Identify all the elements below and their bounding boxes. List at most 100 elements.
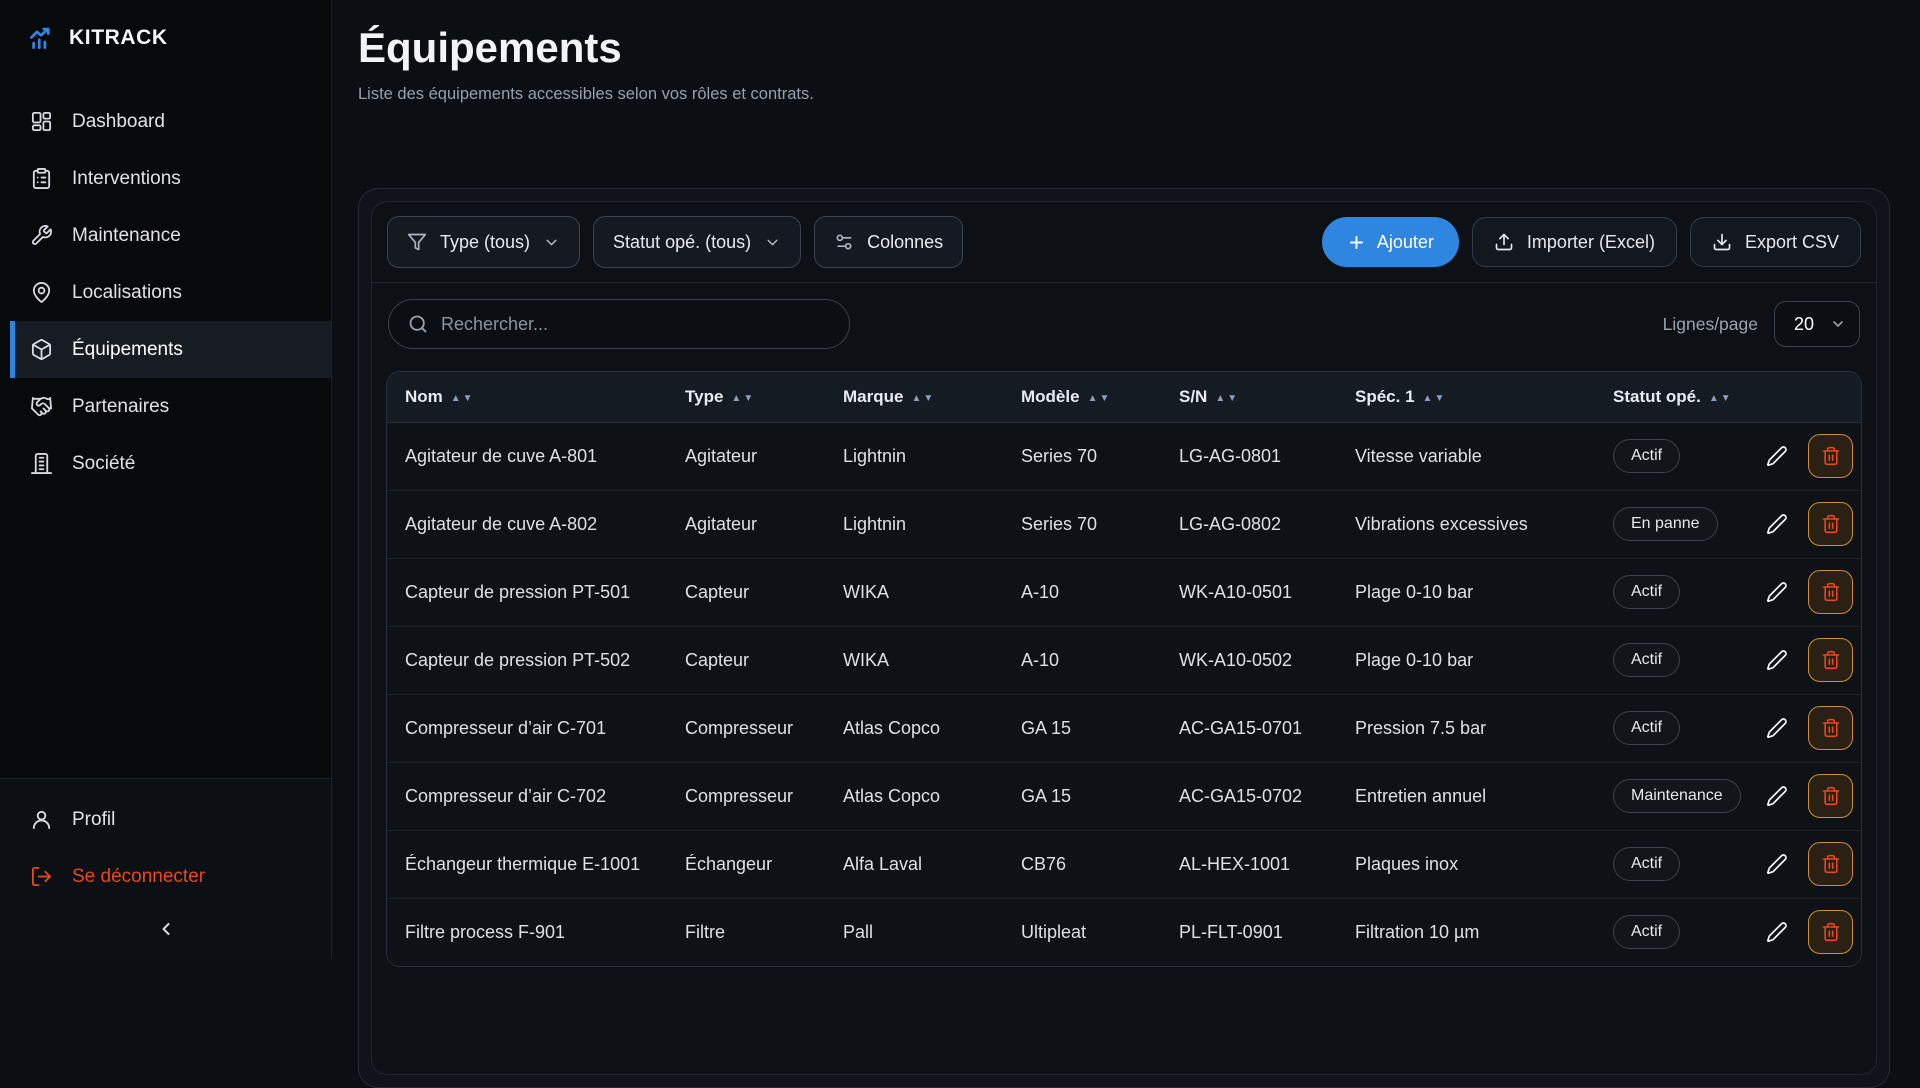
- cell: LG-AG-0802: [1161, 490, 1337, 558]
- dashboard-icon: [30, 110, 53, 133]
- column-header-actions: [1745, 372, 1862, 422]
- delete-button[interactable]: [1808, 706, 1853, 750]
- search-input[interactable]: [441, 314, 830, 335]
- delete-button[interactable]: [1808, 502, 1853, 546]
- status-badge: En panne: [1613, 507, 1718, 541]
- status-cell: En panne: [1595, 490, 1745, 558]
- sidebar-item-interventions[interactable]: Interventions: [0, 150, 331, 207]
- actions-cell: [1745, 490, 1862, 558]
- main-content: Équipements Liste des équipements access…: [332, 0, 1920, 959]
- cell: Pression 7.5 bar: [1337, 694, 1595, 762]
- column-header-6[interactable]: Statut opé.▲▼: [1595, 372, 1745, 422]
- edit-button[interactable]: [1766, 513, 1788, 535]
- cell: AC-GA15-0701: [1161, 694, 1337, 762]
- column-header-0[interactable]: Nom ▲▼: [387, 372, 667, 422]
- actions-cell: [1745, 422, 1862, 490]
- cell: Agitateur de cuve A-801: [387, 422, 667, 490]
- status-cell: Actif: [1595, 626, 1745, 694]
- sidebar-item-logout[interactable]: Se déconnecter: [0, 848, 331, 905]
- plus-icon: [1347, 233, 1366, 252]
- edit-button[interactable]: [1766, 581, 1788, 603]
- equipment-card: Type (tous) Statut opé. (tous): [358, 188, 1890, 1088]
- sidebar-item-equipements[interactable]: Équipements: [10, 321, 331, 378]
- column-header-label: Nom: [405, 387, 443, 406]
- cell: Échangeur: [667, 830, 825, 898]
- sidebar-item-partenaires[interactable]: Partenaires: [0, 378, 331, 435]
- sort-arrows-icon: ▲▼: [451, 393, 475, 404]
- edit-button[interactable]: [1766, 853, 1788, 875]
- pencil-icon: [1766, 513, 1788, 535]
- trash-icon: [1821, 446, 1841, 466]
- export-csv-button[interactable]: Export CSV: [1690, 217, 1861, 267]
- column-header-1[interactable]: Type▲▼: [667, 372, 825, 422]
- table-row: Compresseur d’air C-701CompresseurAtlas …: [387, 694, 1862, 762]
- sidebar-item-label: Maintenance: [72, 225, 181, 247]
- table-body: Agitateur de cuve A-801AgitateurLightnin…: [387, 422, 1862, 966]
- column-header-4[interactable]: S/N▲▼: [1161, 372, 1337, 422]
- status-badge: Actif: [1613, 643, 1680, 677]
- sidebar-item-maintenance[interactable]: Maintenance: [0, 207, 331, 264]
- sidebar-item-label: Localisations: [72, 282, 182, 304]
- cell: GA 15: [1003, 694, 1161, 762]
- sidebar-item-dashboard[interactable]: Dashboard: [0, 93, 331, 150]
- table-row: Capteur de pression PT-501CapteurWIKAA-1…: [387, 558, 1862, 626]
- search-row: Lignes/page 20: [372, 283, 1876, 362]
- import-excel-button[interactable]: Importer (Excel): [1472, 217, 1677, 267]
- status-badge: Actif: [1613, 439, 1680, 473]
- edit-button[interactable]: [1766, 717, 1788, 739]
- status-badge: Actif: [1613, 575, 1680, 609]
- trash-icon: [1821, 786, 1841, 806]
- sidebar-item-label: Interventions: [72, 168, 181, 190]
- rows-per-page-select[interactable]: 20: [1774, 301, 1860, 347]
- table-row: Compresseur d’air C-702CompresseurAtlas …: [387, 762, 1862, 830]
- delete-button[interactable]: [1808, 434, 1853, 478]
- equipment-table: Nom▲▼Type▲▼Marque▲▼Modèle▲▼S/N▲▼Spéc. 1▲…: [387, 372, 1862, 966]
- upload-icon: [1494, 232, 1514, 252]
- cell: AC-GA15-0702: [1161, 762, 1337, 830]
- column-header-5[interactable]: Spéc. 1▲▼: [1337, 372, 1595, 422]
- search-box: [388, 299, 850, 349]
- status-filter-button[interactable]: Statut opé. (tous): [593, 216, 801, 268]
- sidebar-item-profile[interactable]: Profil: [0, 791, 331, 848]
- delete-button[interactable]: [1808, 638, 1853, 682]
- column-header-3[interactable]: Modèle▲▼: [1003, 372, 1161, 422]
- add-button[interactable]: Ajouter: [1322, 217, 1459, 267]
- cell: Capteur de pression PT-501: [387, 558, 667, 626]
- rows-per-page-value: 20: [1794, 314, 1814, 335]
- edit-button[interactable]: [1766, 921, 1788, 943]
- delete-button[interactable]: [1808, 910, 1853, 954]
- edit-button[interactable]: [1766, 785, 1788, 807]
- actions-cell: [1745, 830, 1862, 898]
- sort-arrows-icon: ▲▼: [731, 393, 755, 404]
- page-title: Équipements: [358, 24, 1890, 72]
- sidebar-item-localisations[interactable]: Localisations: [0, 264, 331, 321]
- status-badge: Actif: [1613, 915, 1680, 949]
- cell: Entretien annuel: [1337, 762, 1595, 830]
- column-header-label: Statut opé.: [1613, 387, 1701, 406]
- delete-button[interactable]: [1808, 570, 1853, 614]
- package-icon: [30, 338, 53, 361]
- pencil-icon: [1766, 649, 1788, 671]
- columns-label: Colonnes: [867, 232, 943, 253]
- delete-button[interactable]: [1808, 842, 1853, 886]
- sidebar-item-societe[interactable]: Société: [0, 435, 331, 492]
- import-button-label: Importer (Excel): [1527, 232, 1655, 253]
- cell: WIKA: [825, 558, 1003, 626]
- sidebar-collapse-button[interactable]: [0, 905, 331, 953]
- chevron-left-icon: [156, 919, 176, 939]
- page-subtitle: Liste des équipements accessibles selon …: [358, 85, 1890, 104]
- cell: Lightnin: [825, 422, 1003, 490]
- column-header-2[interactable]: Marque▲▼: [825, 372, 1003, 422]
- trash-icon: [1821, 582, 1841, 602]
- type-filter-button[interactable]: Type (tous): [387, 216, 580, 268]
- columns-button[interactable]: Colonnes: [814, 216, 963, 268]
- download-icon: [1712, 232, 1732, 252]
- edit-button[interactable]: [1766, 649, 1788, 671]
- trash-icon: [1821, 650, 1841, 670]
- edit-button[interactable]: [1766, 445, 1788, 467]
- delete-button[interactable]: [1808, 774, 1853, 818]
- sort-arrows-icon: ▲▼: [911, 393, 935, 404]
- equipment-panel: Type (tous) Statut opé. (tous): [371, 201, 1877, 1075]
- sidebar-item-label: Société: [72, 453, 135, 475]
- column-header-label: S/N: [1179, 387, 1207, 406]
